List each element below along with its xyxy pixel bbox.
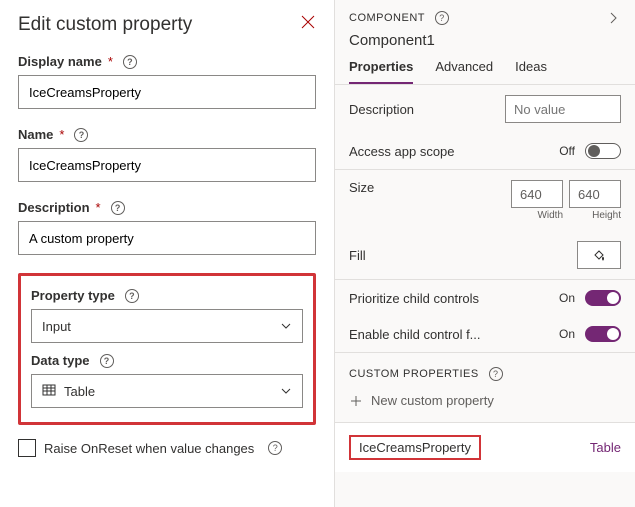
data-type-select[interactable]: Table <box>31 374 303 408</box>
help-icon[interactable]: ? <box>435 11 449 25</box>
prioritize-label: Prioritize child controls <box>349 291 479 306</box>
panel-title: Edit custom property <box>18 14 316 36</box>
help-icon[interactable]: ? <box>125 289 139 303</box>
plus-icon <box>349 394 363 408</box>
prop-description-input[interactable] <box>505 95 621 123</box>
tab-properties[interactable]: Properties <box>349 59 413 84</box>
chevron-right-icon[interactable] <box>605 10 621 26</box>
height-label: Height <box>592 210 621 221</box>
custom-properties-header: CUSTOM PROPERTIES ? <box>335 353 635 381</box>
access-scope-toggle[interactable] <box>585 143 621 159</box>
raise-onreset-label: Raise OnReset when value changes <box>44 441 254 456</box>
component-header-label: COMPONENT ? <box>349 11 449 25</box>
enable-child-value: On <box>559 327 575 341</box>
description-label: Description* ? <box>18 200 316 215</box>
name-input[interactable] <box>18 148 316 182</box>
property-type-label: Property type ? <box>31 288 303 303</box>
enable-child-label: Enable child control f... <box>349 327 481 342</box>
component-name: Component1 <box>349 32 621 49</box>
fill-color-picker[interactable] <box>577 241 621 269</box>
display-name-label: Display name* ? <box>18 54 316 69</box>
custom-property-name: IceCreamsProperty <box>349 435 481 460</box>
property-type-select[interactable]: Input <box>31 309 303 343</box>
access-scope-label: Access app scope <box>349 144 455 159</box>
name-label: Name* ? <box>18 127 316 142</box>
paint-bucket-icon <box>592 248 606 262</box>
width-input[interactable] <box>511 180 563 208</box>
size-label: Size <box>349 180 374 195</box>
table-icon <box>42 383 56 400</box>
prioritize-value: On <box>559 291 575 305</box>
close-icon[interactable] <box>300 14 316 30</box>
raise-onreset-checkbox[interactable] <box>18 439 36 457</box>
tab-ideas[interactable]: Ideas <box>515 59 547 84</box>
custom-property-row[interactable]: IceCreamsProperty Table <box>335 423 635 472</box>
help-icon[interactable]: ? <box>123 55 137 69</box>
chevron-down-icon <box>280 320 292 332</box>
prop-description-label: Description <box>349 102 414 117</box>
description-input[interactable] <box>18 221 316 255</box>
access-scope-value: Off <box>559 144 575 158</box>
prioritize-toggle[interactable] <box>585 290 621 306</box>
help-icon[interactable]: ? <box>489 367 503 381</box>
custom-property-type: Table <box>590 440 621 455</box>
display-name-input[interactable] <box>18 75 316 109</box>
chevron-down-icon <box>280 385 292 397</box>
help-icon[interactable]: ? <box>111 201 125 215</box>
help-icon[interactable]: ? <box>100 354 114 368</box>
enable-child-toggle[interactable] <box>585 326 621 342</box>
new-custom-property-button[interactable]: New custom property <box>335 381 635 423</box>
help-icon[interactable]: ? <box>74 128 88 142</box>
highlighted-section: Property type ? Input Data type ? Table <box>18 273 316 425</box>
fill-label: Fill <box>349 248 366 263</box>
width-label: Width <box>537 210 563 221</box>
help-icon[interactable]: ? <box>268 441 282 455</box>
tab-advanced[interactable]: Advanced <box>435 59 493 84</box>
data-type-label: Data type ? <box>31 353 303 368</box>
height-input[interactable] <box>569 180 621 208</box>
